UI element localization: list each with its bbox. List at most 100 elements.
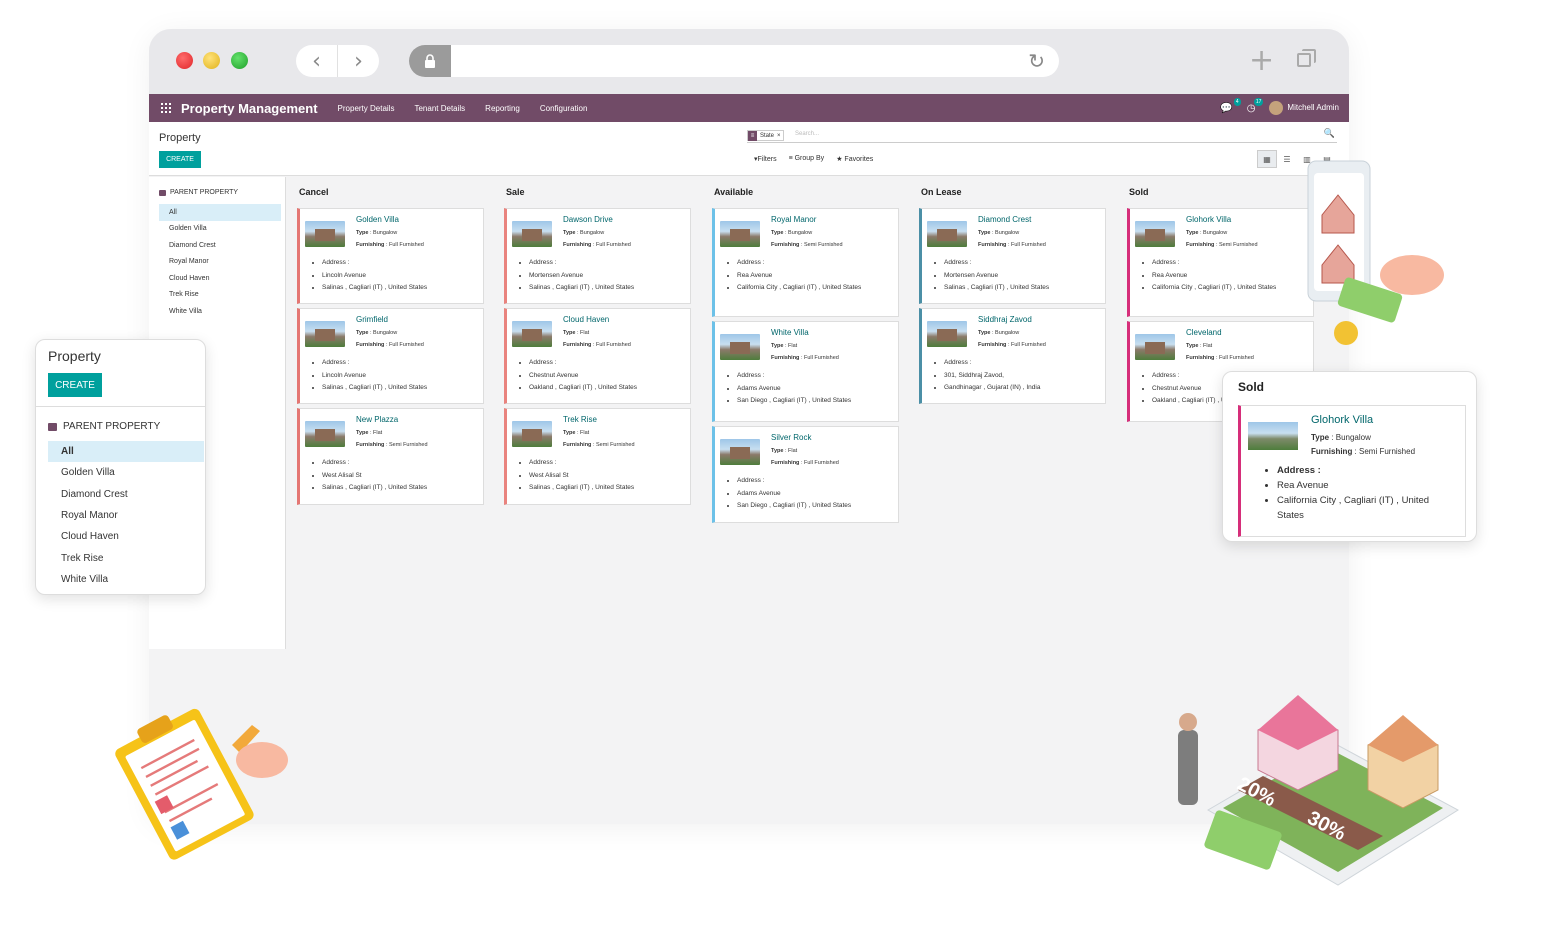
property-card[interactable]: Golden Villa Type : Bungalow Furnishing : … [297, 208, 484, 304]
tabs-overview-icon[interactable] [1297, 49, 1316, 67]
card-title[interactable]: Grimfield [356, 315, 388, 324]
remove-facet-icon[interactable]: × [777, 133, 783, 139]
zoom-item[interactable]: Royal Manor [48, 505, 204, 526]
kanban-view-icon[interactable]: ▦ [1257, 150, 1277, 168]
property-card[interactable]: Trek Rise Type : Flat Furnishing : Semi Fu… [504, 408, 691, 505]
close-window-button[interactable] [176, 52, 193, 69]
card-address: Address :Lincoln AvenueSalinas , Cagliar… [322, 357, 482, 395]
search-facet[interactable]: ≡ State × [747, 130, 784, 141]
property-card[interactable]: White Villa Type : Flat Furnishing : Full … [712, 321, 899, 422]
street: Mortensen Avenue [529, 270, 689, 283]
minimize-window-button[interactable] [203, 52, 220, 69]
user-menu[interactable]: Mitchell Admin [1269, 101, 1339, 115]
panel-item[interactable]: Cloud Haven [159, 270, 281, 287]
zoom-item-all[interactable]: All [48, 441, 204, 463]
app-title[interactable]: Property Management [181, 101, 318, 116]
card-type: Type : Bungalow [771, 230, 813, 236]
favorites-button[interactable]: ★ Favorites [836, 155, 873, 163]
property-card[interactable]: Siddhraj Zavod Type : Bungalow Furnishing … [919, 308, 1106, 404]
type-value: Flat [1203, 343, 1213, 349]
forward-button[interactable]: › [338, 45, 379, 77]
property-card[interactable]: Royal Manor Type : Bungalow Furnishing : S… [712, 208, 899, 317]
street: Chestnut Avenue [529, 370, 689, 383]
address-label: Address : [529, 457, 689, 470]
search-bar[interactable]: ≡ State × Search... 🔍 [747, 129, 1337, 143]
card-title[interactable]: Cleveland [1186, 328, 1222, 337]
zoom-item[interactable]: Golden Villa [48, 462, 204, 483]
type-label: Type [771, 230, 784, 236]
property-card[interactable]: Diamond Crest Type : Bungalow Furnishing :… [919, 208, 1106, 304]
card-title[interactable]: Diamond Crest [978, 215, 1031, 224]
panel-item[interactable]: Golden Villa [159, 221, 281, 238]
address-label: Address : [529, 357, 689, 370]
apps-menu-icon[interactable] [161, 103, 171, 113]
zoom-card-address: Address : Rea Avenue California City , C… [1277, 463, 1457, 523]
zoom-card-title[interactable]: Glohork Villa [1311, 414, 1373, 426]
zoom-item[interactable]: White Villa [48, 569, 204, 590]
property-card[interactable]: Grimfield Type : Bungalow Furnishing : Ful… [297, 308, 484, 404]
reload-icon[interactable]: ↻ [1028, 49, 1045, 73]
card-address: Address :Adams AvenueSan Diego , Cagliar… [737, 475, 897, 513]
card-type: Type : Bungalow [978, 330, 1020, 336]
zoom-panel-title: PARENT PROPERTY [63, 421, 161, 432]
filters-button[interactable]: ▾Filters [754, 155, 777, 163]
card-title[interactable]: Dawson Drive [563, 215, 613, 224]
groupby-button[interactable]: ≡ Group By [789, 155, 825, 163]
city: Salinas , Cagliari (IT) , United States [322, 282, 482, 295]
address-label: Address : [1277, 463, 1457, 478]
zoom-create-button[interactable]: CREATE [48, 373, 102, 397]
search-icon[interactable]: 🔍 [1324, 129, 1335, 139]
property-card[interactable]: New Plazza Type : Flat Furnishing : Semi F… [297, 408, 484, 505]
card-title[interactable]: Silver Rock [771, 433, 811, 442]
card-furnishing: Furnishing : Full Furnished [563, 242, 631, 248]
furnishing-label: Furnishing [563, 442, 592, 448]
card-address: Address :Rea AvenueCalifornia City , Cag… [737, 257, 877, 295]
zoom-panel-header: PARENT PROPERTY [48, 421, 160, 432]
property-thumbnail [1135, 221, 1175, 247]
panel-item-all[interactable]: All [159, 204, 281, 221]
card-title[interactable]: New Plazza [356, 415, 398, 424]
url-bar[interactable]: ↻ [409, 45, 1059, 77]
card-title[interactable]: Royal Manor [771, 215, 816, 224]
maximize-window-button[interactable] [231, 52, 248, 69]
panel-item[interactable]: Trek Rise [159, 287, 281, 304]
card-title[interactable]: Glohork Villa [1186, 215, 1231, 224]
menu-configuration[interactable]: Configuration [540, 104, 588, 113]
address-label: Address : [737, 370, 897, 383]
property-card[interactable]: Glohork Villa Type : Bungalow Furnishing :… [1127, 208, 1314, 317]
card-title[interactable]: Cloud Haven [563, 315, 609, 324]
activities-count: 17 [1253, 97, 1264, 106]
card-title[interactable]: Siddhraj Zavod [978, 315, 1032, 324]
zoom-property-card[interactable]: Glohork Villa Type : Bungalow Furnishing… [1238, 405, 1466, 537]
address-label: Address : [944, 357, 1104, 370]
new-tab-icon[interactable]: + [1249, 43, 1274, 78]
property-card[interactable]: Cloud Haven Type : Flat Furnishing : Full … [504, 308, 691, 404]
panel-item[interactable]: White Villa [159, 303, 281, 320]
menu-reporting[interactable]: Reporting [485, 104, 520, 113]
zoom-item[interactable]: Diamond Crest [48, 484, 204, 505]
property-card[interactable]: Dawson Drive Type : Bungalow Furnishing : … [504, 208, 691, 304]
activities-icon[interactable]: ◷ 17 [1247, 97, 1264, 114]
type-label: Type [771, 448, 784, 454]
zoomed-sold-card: Sold Glohork Villa Type : Bungalow Furni… [1222, 371, 1477, 542]
type-value: Bungalow [1203, 230, 1228, 236]
card-title[interactable]: Golden Villa [356, 215, 399, 224]
furnishing-label: Furnishing [771, 355, 800, 361]
panel-item[interactable]: Diamond Crest [159, 237, 281, 254]
messages-icon[interactable]: 💬 4 [1220, 97, 1241, 114]
panel-item[interactable]: Royal Manor [159, 254, 281, 271]
menu-tenant-details[interactable]: Tenant Details [414, 104, 465, 113]
search-input[interactable]: Search... [795, 131, 819, 137]
control-panel: Property CREATE ≡ State × Search... 🔍 ▾F… [149, 122, 1349, 176]
card-title[interactable]: Trek Rise [563, 415, 597, 424]
property-card[interactable]: Silver Rock Type : Flat Furnishing : Full … [712, 426, 899, 523]
zoom-item[interactable]: Cloud Haven [48, 526, 204, 547]
street: Rea Avenue [1277, 478, 1457, 493]
create-button[interactable]: CREATE [159, 151, 201, 168]
menu-property-details[interactable]: Property Details [338, 104, 395, 113]
list-view-icon[interactable]: ☰ [1277, 150, 1297, 168]
type-label: Type [978, 230, 991, 236]
back-button[interactable]: ‹ [296, 45, 338, 77]
zoom-item[interactable]: Trek Rise [48, 547, 204, 568]
card-title[interactable]: White Villa [771, 328, 809, 337]
